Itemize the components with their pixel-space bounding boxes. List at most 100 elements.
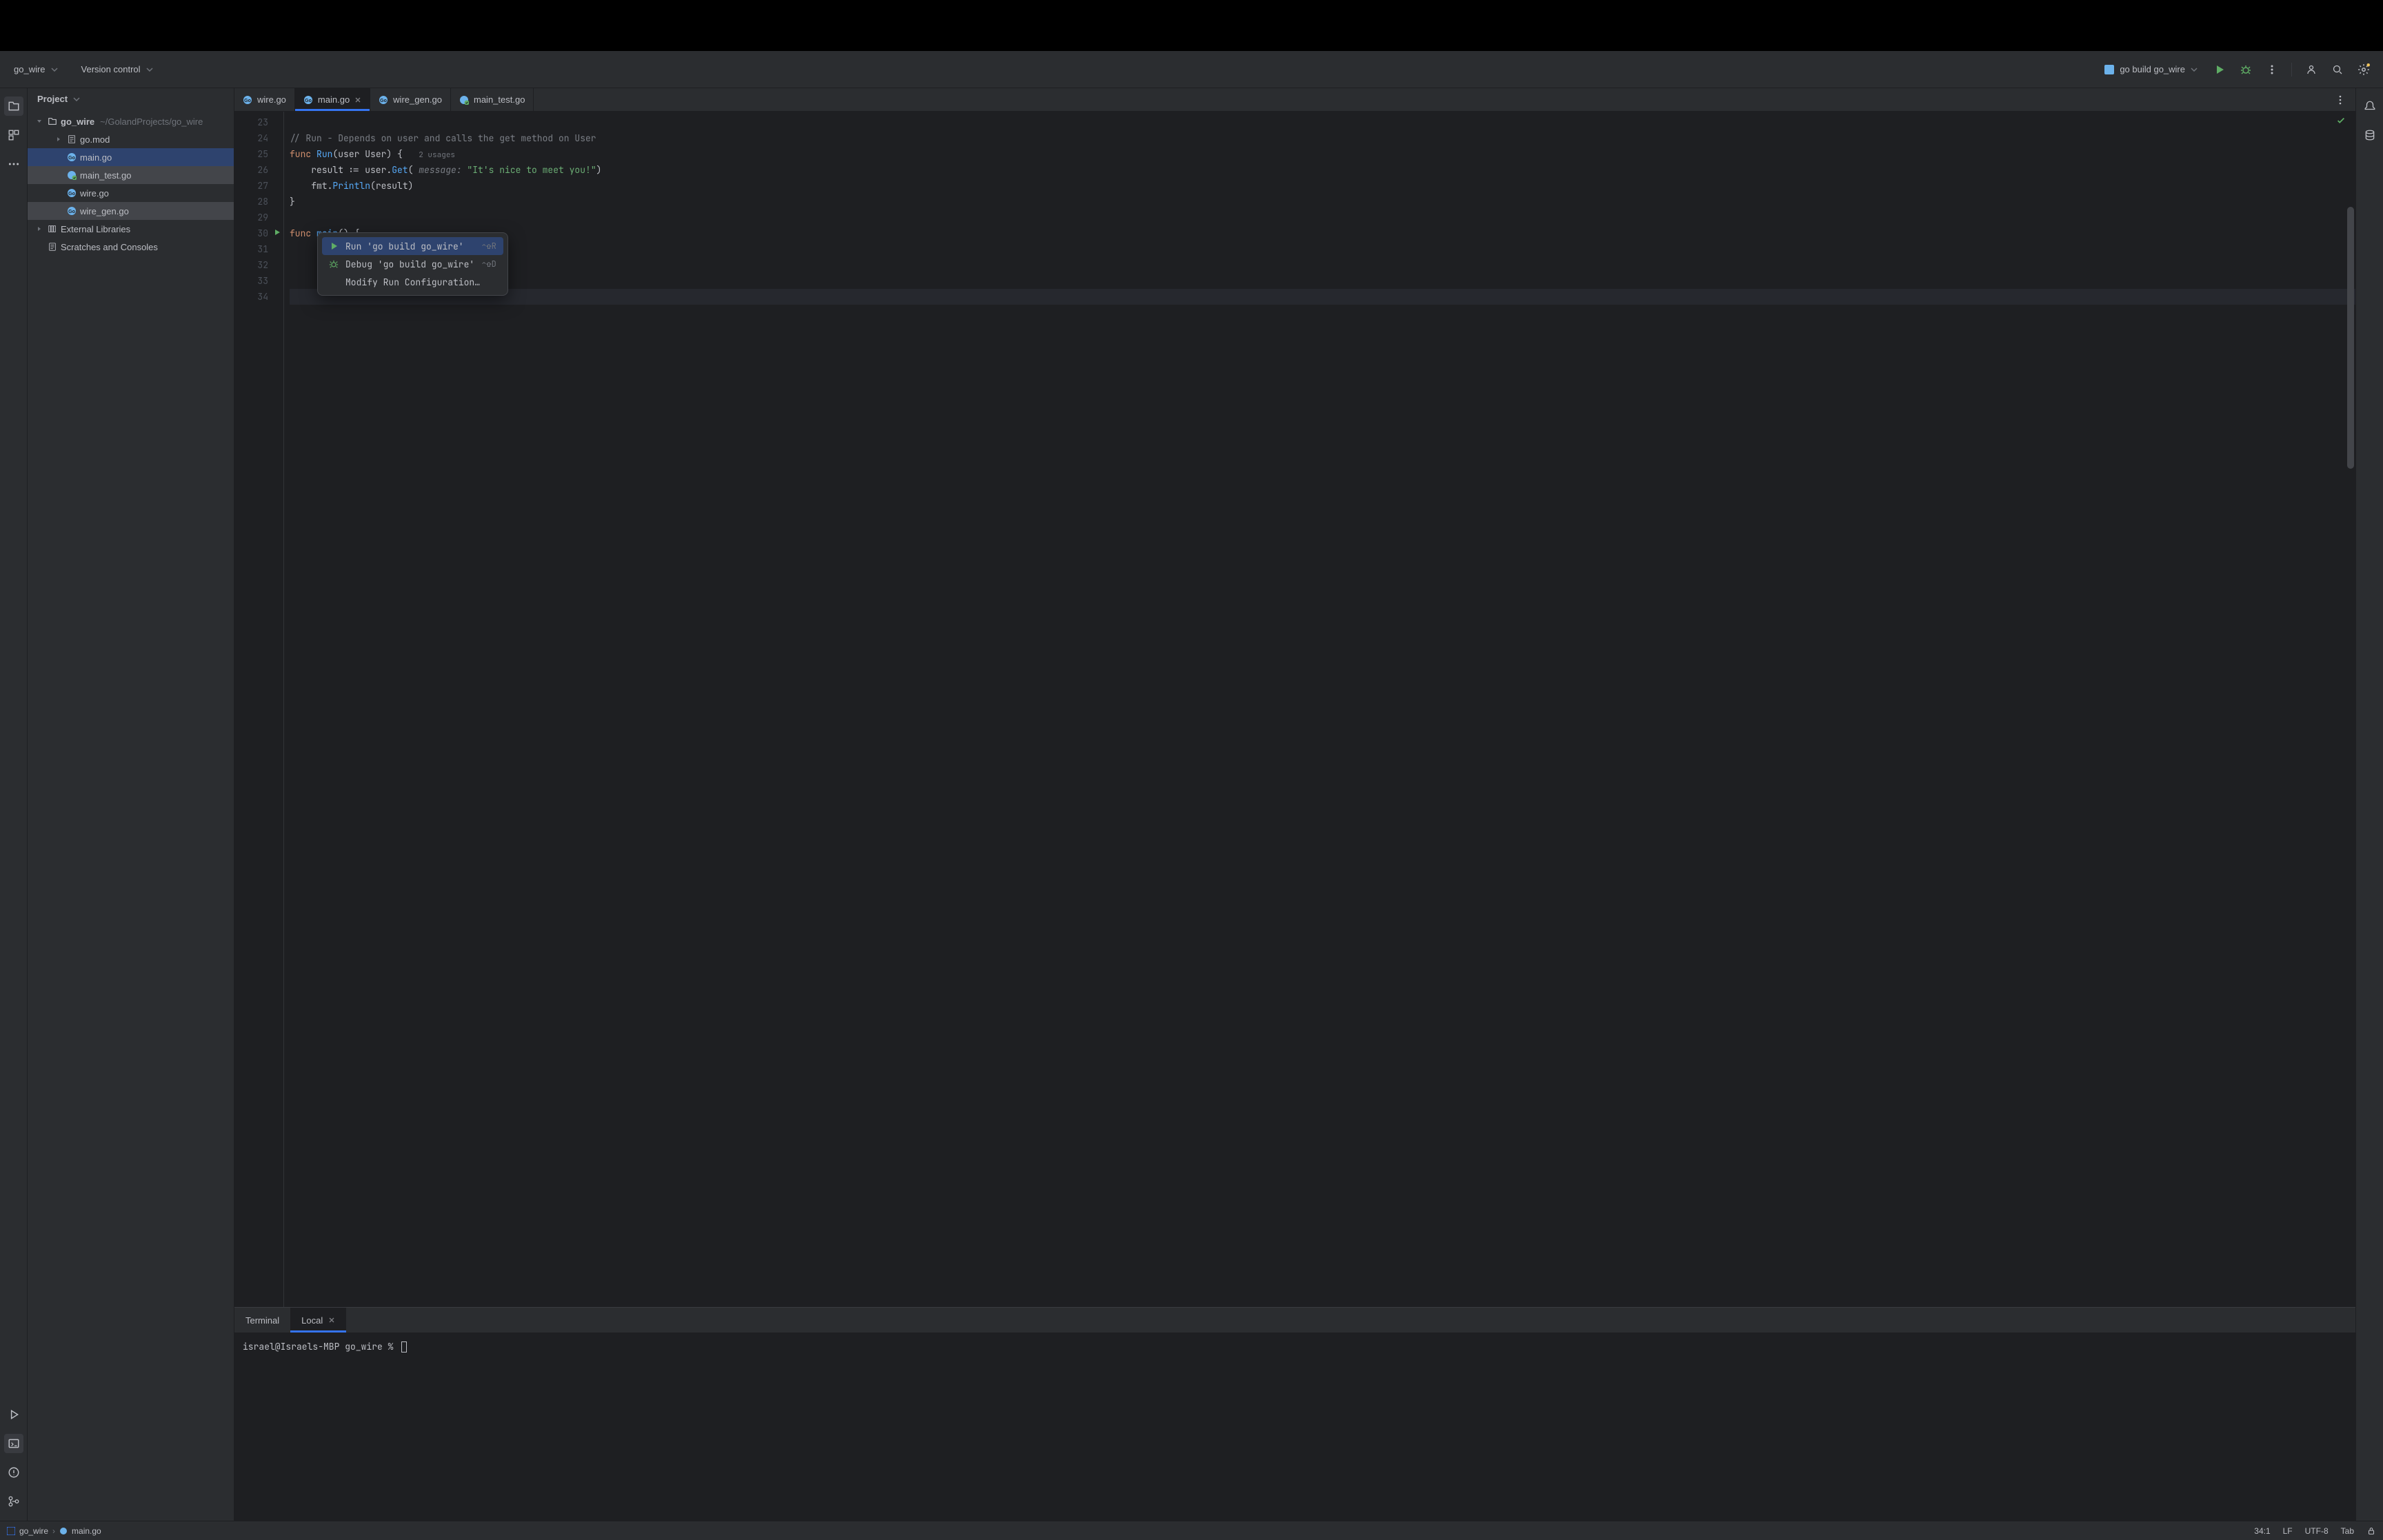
menu-item-label: Modify Run Configuration… bbox=[345, 276, 480, 288]
indent[interactable]: Tab bbox=[2341, 1526, 2354, 1536]
more-button[interactable] bbox=[2262, 60, 2282, 79]
tree-item-label: External Libraries bbox=[61, 224, 130, 234]
more-tools-button[interactable] bbox=[4, 154, 23, 174]
structure-tool-button[interactable] bbox=[4, 125, 23, 145]
go-icon: Go bbox=[303, 95, 313, 105]
tree-file[interactable]: main_test.go bbox=[28, 166, 234, 184]
services-tool-button[interactable] bbox=[4, 1405, 23, 1424]
notifications-button[interactable] bbox=[2360, 97, 2380, 116]
search-button[interactable] bbox=[2328, 60, 2347, 79]
encoding[interactable]: UTF-8 bbox=[2305, 1526, 2329, 1536]
database-button[interactable] bbox=[2360, 125, 2380, 145]
chevron-right-icon[interactable] bbox=[34, 225, 44, 232]
chevron-right-icon[interactable] bbox=[54, 136, 63, 143]
code-line[interactable]: fmt.Println(result) bbox=[290, 178, 2355, 194]
code-line[interactable]: func Run(user User) { 2 usages bbox=[290, 146, 2355, 162]
menu-item[interactable]: Run 'go build go_wire'⌃⇧R bbox=[322, 237, 503, 255]
play-icon bbox=[329, 241, 339, 251]
test-icon bbox=[459, 95, 469, 105]
editor-area: Go wire.go Gomain.goGowire_gen.gomain_test… bbox=[234, 88, 2355, 1521]
tree-scratches[interactable]: Scratches and Consoles bbox=[28, 238, 234, 256]
macos-titlebar bbox=[0, 0, 2383, 51]
test-icon bbox=[66, 170, 77, 180]
menu-shortcut: ⌃⇧D bbox=[481, 259, 496, 270]
editor[interactable]: 232425262728293031323334 // Run - Depend… bbox=[234, 112, 2355, 1307]
code-line[interactable] bbox=[290, 289, 2355, 305]
code-line[interactable] bbox=[290, 114, 2355, 130]
breadcrumb[interactable]: go_wire › main.go bbox=[7, 1526, 101, 1536]
code-line[interactable] bbox=[290, 257, 2355, 273]
code-line[interactable]: // Run - Depends on user and calls the g… bbox=[290, 130, 2355, 146]
project-panel-title: Project bbox=[37, 94, 68, 104]
editor-tab[interactable]: main_test.go bbox=[451, 88, 534, 111]
top-toolbar: go_wire Version control go build go_wire bbox=[0, 51, 2383, 88]
library-icon bbox=[47, 224, 58, 234]
terminal-local-tab[interactable]: Local bbox=[290, 1308, 346, 1333]
go-icon: Go bbox=[243, 95, 252, 105]
tree-root[interactable]: go_wire ~/GolandProjects/go_wire bbox=[28, 112, 234, 130]
run-gutter-icon[interactable] bbox=[273, 228, 281, 236]
close-icon[interactable] bbox=[328, 1317, 335, 1324]
project-panel-header[interactable]: Project bbox=[28, 88, 234, 110]
close-icon[interactable] bbox=[354, 97, 361, 103]
menu-item[interactable]: Debug 'go build go_wire'⌃⇧D bbox=[322, 255, 503, 273]
editor-tabs: Go wire.go Gomain.goGowire_gen.gomain_test… bbox=[234, 88, 2355, 112]
vcs-dropdown[interactable]: Version control bbox=[77, 61, 157, 77]
terminal-body[interactable]: israel@Israels-MBP go_wire % bbox=[234, 1333, 2355, 1521]
code-line[interactable]: } bbox=[290, 194, 2355, 210]
editor-code[interactable]: // Run - Depends on user and calls the g… bbox=[284, 112, 2355, 1307]
menu-item[interactable]: Modify Run Configuration… bbox=[322, 273, 503, 291]
svg-text:Go: Go bbox=[305, 99, 312, 103]
terminal-tab-label: Local bbox=[301, 1315, 323, 1326]
project-tree[interactable]: go_wire ~/GolandProjects/go_wire go.modG… bbox=[28, 110, 234, 1521]
svg-text:Go: Go bbox=[380, 99, 387, 103]
folder-icon bbox=[47, 116, 58, 126]
tab-label: wire.go bbox=[257, 94, 286, 105]
editor-tab[interactable]: Go wire.go bbox=[234, 88, 295, 111]
code-line[interactable] bbox=[290, 241, 2355, 257]
statusbar: go_wire › main.go 34:1 LF UTF-8 Tab bbox=[0, 1521, 2383, 1540]
tree-file-label: wire.go bbox=[80, 188, 109, 199]
right-tool-strip bbox=[2355, 88, 2383, 1521]
terminal-title-tab[interactable]: Terminal bbox=[234, 1308, 290, 1333]
chevron-down-icon bbox=[2191, 66, 2198, 73]
code-line[interactable]: result := user.Get( message: "It's nice … bbox=[290, 162, 2355, 178]
code-line[interactable] bbox=[290, 273, 2355, 289]
chevron-down-icon bbox=[146, 66, 153, 73]
line-ending[interactable]: LF bbox=[2283, 1526, 2293, 1536]
tree-file[interactable]: go.mod bbox=[28, 130, 234, 148]
code-line[interactable] bbox=[290, 210, 2355, 225]
tree-file[interactable]: Gomain.go bbox=[28, 148, 234, 166]
terminal-tool-button[interactable] bbox=[4, 1434, 23, 1453]
run-config-label: go build go_wire bbox=[2120, 64, 2185, 74]
tree-file[interactable]: Gowire.go bbox=[28, 184, 234, 202]
breadcrumb-item[interactable]: go_wire bbox=[19, 1526, 48, 1536]
pkg-icon bbox=[66, 134, 77, 144]
run-config-selector[interactable]: go build go_wire bbox=[2099, 61, 2203, 77]
project-dropdown[interactable]: go_wire bbox=[10, 61, 62, 77]
go-icon bbox=[59, 1527, 68, 1535]
project-name: go_wire bbox=[14, 64, 46, 74]
blank-icon bbox=[329, 276, 339, 288]
scrollbar-thumb[interactable] bbox=[2347, 207, 2354, 469]
editor-gutter[interactable]: 232425262728293031323334 bbox=[234, 112, 284, 1307]
code-line[interactable]: func main() { bbox=[290, 225, 2355, 241]
tree-file[interactable]: Gowire_gen.go bbox=[28, 202, 234, 220]
tree-external-libs[interactable]: External Libraries bbox=[28, 220, 234, 238]
editor-tab[interactable]: Gowire_gen.go bbox=[370, 88, 451, 111]
settings-button[interactable] bbox=[2354, 60, 2373, 79]
project-tool-button[interactable] bbox=[4, 97, 23, 116]
terminal-tabs: Terminal Local bbox=[234, 1308, 2355, 1333]
code-with-me-button[interactable] bbox=[2302, 60, 2321, 79]
debug-button[interactable] bbox=[2236, 60, 2255, 79]
git-tool-button[interactable] bbox=[4, 1492, 23, 1511]
cursor-position[interactable]: 34:1 bbox=[2254, 1526, 2270, 1536]
chevron-down-icon[interactable] bbox=[34, 118, 44, 125]
lock-icon[interactable] bbox=[2366, 1526, 2376, 1536]
run-button[interactable] bbox=[2210, 60, 2229, 79]
editor-tab[interactable]: Gomain.go bbox=[295, 88, 370, 111]
bug-icon bbox=[329, 259, 339, 269]
tabs-more-button[interactable] bbox=[2331, 90, 2350, 110]
problems-tool-button[interactable] bbox=[4, 1463, 23, 1482]
breadcrumb-item[interactable]: main.go bbox=[72, 1526, 101, 1536]
